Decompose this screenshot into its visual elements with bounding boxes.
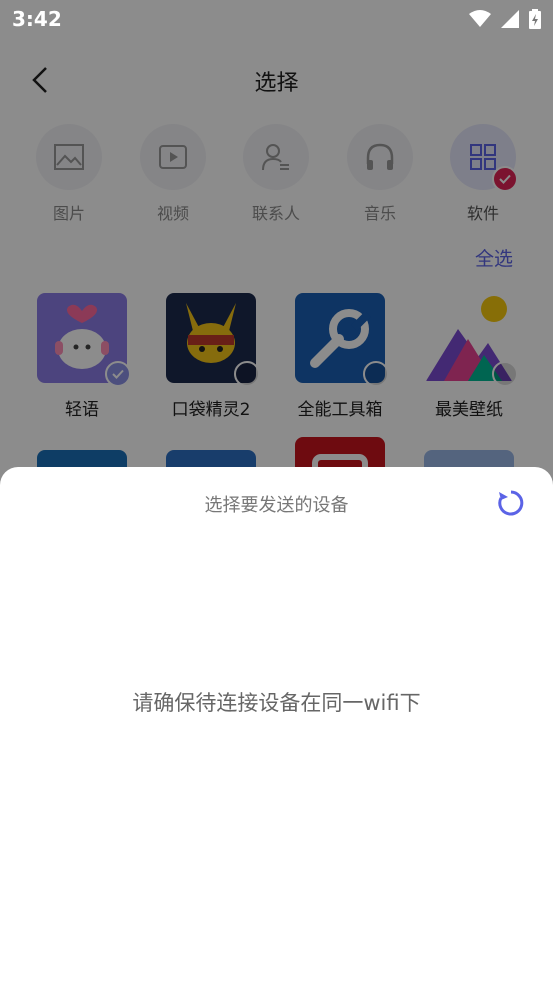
wifi-hint: 请确保待连接设备在同一wifi下 (132, 691, 421, 715)
refresh-button[interactable] (497, 489, 525, 517)
status-time: 3:42 (12, 7, 62, 31)
status-bar: 3:42 (0, 0, 553, 38)
signal-icon (501, 10, 519, 28)
wifi-icon (469, 10, 491, 27)
device-select-sheet: 选择要发送的设备 请确保待连接设备在同一wifi下 (0, 467, 553, 984)
refresh-icon (498, 490, 524, 516)
app-page: 3:42 选择 图片 视频 联系人 音乐 软件 全选 轻语 口袋精灵2 全能工具… (0, 0, 553, 984)
status-icons (469, 9, 541, 29)
battery-icon (529, 9, 541, 29)
sheet-title: 选择要发送的设备 (204, 495, 349, 516)
